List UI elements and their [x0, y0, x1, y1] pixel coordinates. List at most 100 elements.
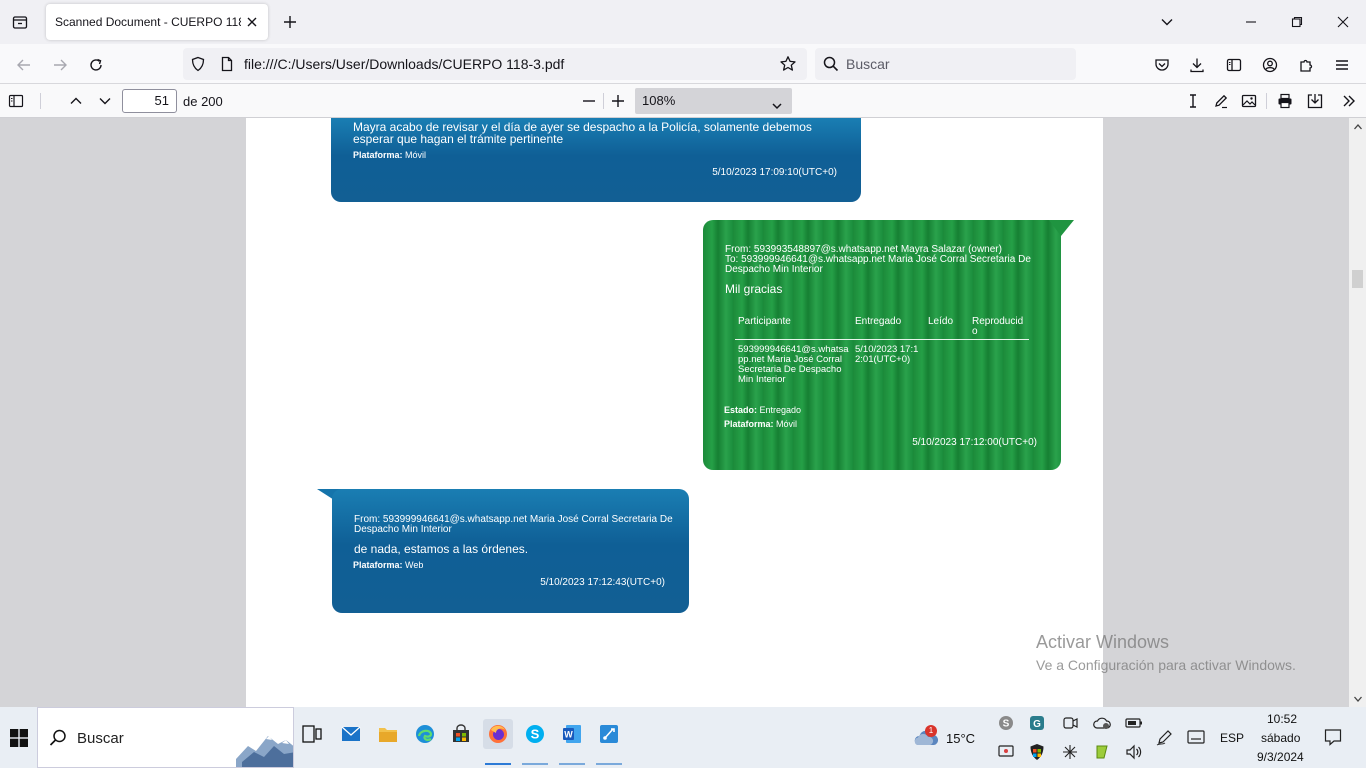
taskbar-firefox[interactable] [483, 719, 513, 749]
zoom-select[interactable]: 108% [635, 88, 792, 114]
download-icon [1190, 58, 1204, 73]
tab-overflow-button[interactable] [1155, 10, 1179, 34]
close-window-button[interactable] [1331, 10, 1355, 34]
scrollbar-thumb[interactable] [1352, 270, 1363, 288]
security-shield-tray-icon[interactable] [1027, 742, 1047, 762]
clock-day[interactable]: sábado [1261, 731, 1300, 745]
pocket-icon [1155, 59, 1169, 71]
message-status: Estado: Entregado [724, 405, 802, 415]
meet-now-tray-icon[interactable] [1060, 713, 1080, 733]
search-bar[interactable]: Buscar [815, 48, 1076, 80]
sidebar-toggle-button[interactable] [1223, 54, 1245, 76]
account-button[interactable] [1259, 54, 1281, 76]
draw-tool-button[interactable] [1210, 90, 1232, 112]
list-all-tabs-button[interactable] [8, 11, 32, 33]
app-menu-button[interactable] [1331, 54, 1353, 76]
tools-overflow-button[interactable] [1338, 90, 1360, 112]
taskbar-store[interactable] [446, 719, 476, 749]
close-icon [247, 17, 257, 27]
taskbar-mail-app[interactable] [336, 719, 366, 749]
task-view-button[interactable] [297, 719, 327, 749]
pocket-button[interactable] [1151, 54, 1173, 76]
taskbar-word[interactable]: W [557, 719, 587, 749]
taskbar-snipping-tool[interactable] [594, 719, 624, 749]
message-platform: Plataforma: Móvil [353, 150, 427, 160]
pdf-toolbar: 51 de 200 108% [0, 84, 1366, 118]
taskbar-edge-browser[interactable] [410, 719, 440, 749]
extensions-button[interactable] [1295, 54, 1317, 76]
navigation-toolbar: file:///C:/Users/User/Downloads/CUERPO 1… [0, 44, 1366, 84]
clock-time[interactable]: 10:52 [1267, 712, 1297, 726]
new-tab-button[interactable] [280, 12, 300, 32]
scroll-down-arrow-icon[interactable] [1351, 692, 1364, 705]
toolbar-separator [603, 93, 604, 109]
minimize-button[interactable] [1239, 10, 1263, 34]
back-button[interactable] [13, 54, 35, 76]
scroll-up-arrow-icon[interactable] [1351, 120, 1364, 133]
zoom-value: 108% [642, 93, 676, 108]
activation-watermark-title: Activar Windows [1036, 632, 1170, 652]
zoom-out-button[interactable] [578, 90, 600, 112]
text-tool-button[interactable] [1182, 90, 1204, 112]
toolbar-separator [40, 93, 41, 109]
taskbar-search-box[interactable]: Buscar [37, 707, 294, 768]
svg-text:G: G [1033, 719, 1041, 730]
hamburger-menu-icon [1336, 60, 1348, 70]
tab-close-button[interactable] [244, 14, 260, 30]
table-header-played: Reproducido [972, 316, 1024, 337]
pdf-page: Mayra acabo de revisar y el día de ayer … [246, 118, 1103, 707]
message-to: To: 593999946641@s.whatsapp.net Maria Jo… [725, 254, 1031, 275]
touch-keyboard-icon[interactable] [1186, 727, 1206, 747]
downloads-button[interactable] [1186, 54, 1208, 76]
page-file-icon[interactable] [219, 56, 235, 75]
tab-strip: Scanned Document - CUERPO 118-3.pdf [0, 0, 1366, 44]
onedrive-tray-icon[interactable] [1092, 713, 1112, 733]
battery-tray-icon[interactable] [1124, 713, 1144, 733]
app-tray-icon[interactable] [1092, 742, 1112, 762]
zoom-in-button[interactable] [607, 90, 629, 112]
address-bar[interactable]: file:///C:/Users/User/Downloads/CUERPO 1… [183, 48, 807, 80]
network-tray-icon[interactable] [1060, 742, 1080, 762]
skype-tray-icon[interactable]: S [996, 713, 1016, 733]
account-icon [1262, 57, 1278, 73]
chevron-up-icon [70, 97, 82, 104]
pdf-viewer[interactable]: Mayra acabo de revisar y el día de ayer … [0, 118, 1366, 707]
search-input[interactable]: Buscar [846, 56, 890, 72]
message-timestamp: 5/10/2023 17:12:43(UTC+0) [540, 577, 665, 588]
toggle-sidebar-button[interactable] [5, 90, 27, 112]
start-button[interactable] [0, 707, 37, 768]
taskbar-skype[interactable]: S [520, 719, 550, 749]
restore-button[interactable] [1285, 10, 1309, 34]
save-button[interactable] [1304, 90, 1326, 112]
page-number-input[interactable]: 51 [122, 89, 177, 113]
pen-ink-workspace-icon[interactable] [1155, 727, 1175, 747]
save-download-icon [1307, 94, 1323, 109]
weather-temperature[interactable]: 15°C [946, 731, 975, 746]
task-view-icon [302, 725, 322, 743]
volume-tray-icon[interactable] [1124, 742, 1144, 762]
browser-tab-active[interactable]: Scanned Document - CUERPO 118-3.pdf [46, 4, 268, 40]
table-header-participant: Participante [738, 316, 791, 327]
next-page-button[interactable] [94, 90, 116, 112]
google-tray-icon[interactable]: G [1027, 713, 1047, 733]
sidebar-icon [8, 94, 24, 108]
running-app-indicator [596, 763, 622, 765]
reload-button[interactable] [85, 54, 107, 76]
taskbar-file-explorer[interactable] [373, 719, 403, 749]
notification-center-button[interactable] [1323, 727, 1343, 747]
minus-icon [583, 100, 595, 102]
print-button[interactable] [1274, 90, 1296, 112]
table-cell-participant: 593999946641@s.whatsapp.net Maria José C… [738, 344, 849, 385]
add-image-button[interactable] [1238, 90, 1260, 112]
clock-date[interactable]: 9/3/2024 [1257, 750, 1304, 764]
message-text: Mayra acabo de revisar y el día de ayer … [353, 120, 812, 146]
bookmark-star-icon[interactable] [779, 55, 797, 76]
display-tray-icon[interactable] [996, 742, 1016, 762]
svg-text:W: W [564, 730, 573, 740]
tracking-protection-shield-icon[interactable] [190, 56, 206, 75]
forward-button[interactable] [49, 54, 71, 76]
vertical-scrollbar[interactable] [1349, 118, 1366, 707]
previous-page-button[interactable] [65, 90, 87, 112]
mail-icon [341, 726, 361, 741]
input-language-indicator[interactable]: ESP [1220, 731, 1244, 745]
